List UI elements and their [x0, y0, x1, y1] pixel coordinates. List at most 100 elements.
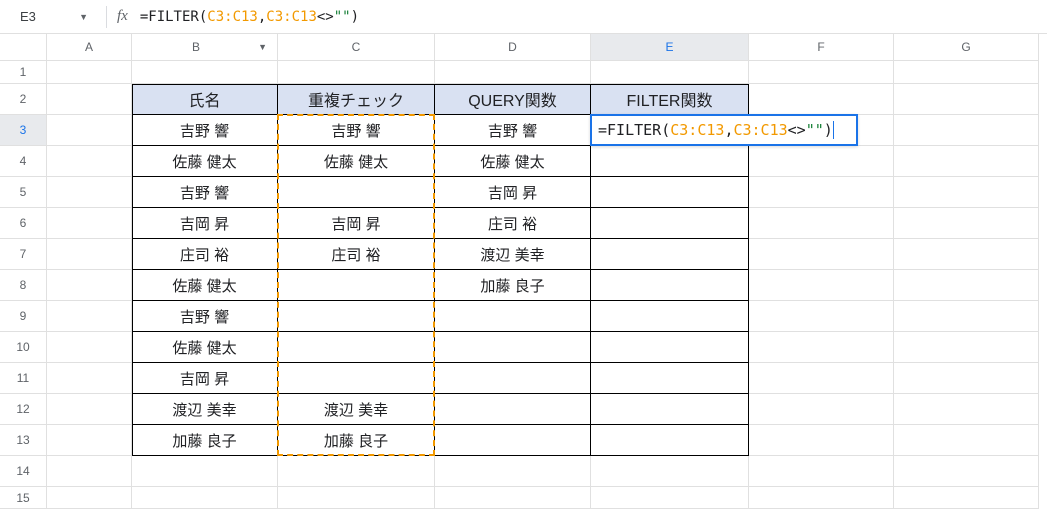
cell[interactable] [894, 177, 1039, 208]
row-header-11[interactable]: 11 [0, 363, 47, 394]
cell[interactable] [591, 270, 749, 301]
cell[interactable] [749, 177, 894, 208]
cell[interactable]: 吉岡 昇 [278, 208, 435, 239]
cell[interactable] [435, 394, 591, 425]
cell[interactable] [47, 208, 132, 239]
cell[interactable] [749, 394, 894, 425]
cell[interactable]: 佐藤 健太 [132, 332, 278, 363]
cell[interactable] [894, 61, 1039, 84]
cell[interactable]: 佐藤 健太 [132, 146, 278, 177]
cell[interactable] [435, 61, 591, 84]
cell[interactable] [749, 301, 894, 332]
cell[interactable] [749, 61, 894, 84]
cell[interactable]: 渡辺 美幸 [132, 394, 278, 425]
cell[interactable] [894, 456, 1039, 487]
cell[interactable]: 加藤 良子 [278, 425, 435, 456]
col-header-B[interactable]: B▼ [132, 34, 278, 61]
cell[interactable]: 渡辺 美幸 [278, 394, 435, 425]
cell[interactable] [278, 177, 435, 208]
cell[interactable] [749, 363, 894, 394]
cell[interactable] [591, 208, 749, 239]
cell[interactable]: 吉野 響 [435, 115, 591, 146]
row-header-8[interactable]: 8 [0, 270, 47, 301]
cell[interactable] [47, 270, 132, 301]
name-box[interactable]: E3 ▼ [8, 5, 96, 29]
cell[interactable] [591, 301, 749, 332]
cell[interactable] [47, 84, 132, 115]
cell[interactable] [894, 332, 1039, 363]
cell[interactable]: 佐藤 健太 [132, 270, 278, 301]
col-header-F[interactable]: F [749, 34, 894, 61]
row-header-3[interactable]: 3 [0, 115, 47, 146]
select-all-corner[interactable] [0, 34, 47, 61]
spreadsheet-grid[interactable]: A B▼ C D E F G 1 2 氏名 重複チェック QUERY関数 FIL… [0, 34, 1047, 509]
cell[interactable] [591, 146, 749, 177]
cell[interactable] [894, 270, 1039, 301]
cell[interactable]: 吉岡 昇 [132, 363, 278, 394]
cell[interactable]: 庄司 裕 [132, 239, 278, 270]
cell-editor[interactable]: =FILTER(C3:C13,C3:C13<>"") [590, 114, 858, 146]
cell[interactable]: 渡辺 美幸 [435, 239, 591, 270]
cell[interactable] [591, 177, 749, 208]
cell[interactable] [591, 456, 749, 487]
cell[interactable] [749, 208, 894, 239]
cell[interactable] [749, 146, 894, 177]
cell[interactable] [435, 301, 591, 332]
row-header-10[interactable]: 10 [0, 332, 47, 363]
chevron-down-icon[interactable]: ▼ [258, 42, 267, 52]
cell[interactable] [894, 115, 1039, 146]
cell[interactable] [435, 332, 591, 363]
cell[interactable]: 佐藤 健太 [278, 146, 435, 177]
formula-input[interactable]: =FILTER(C3:C13,C3:C13<>"") [140, 9, 1039, 25]
cell[interactable] [894, 146, 1039, 177]
row-header-2[interactable]: 2 [0, 84, 47, 115]
cell[interactable] [278, 456, 435, 487]
header-dup[interactable]: 重複チェック [278, 84, 435, 115]
cell[interactable] [47, 332, 132, 363]
cell[interactable] [894, 425, 1039, 456]
cell[interactable] [749, 239, 894, 270]
col-header-G[interactable]: G [894, 34, 1039, 61]
row-header-6[interactable]: 6 [0, 208, 47, 239]
cell[interactable]: 加藤 良子 [132, 425, 278, 456]
cell[interactable]: 吉野 響 [132, 177, 278, 208]
cell[interactable] [435, 456, 591, 487]
cell[interactable] [591, 363, 749, 394]
cell[interactable] [132, 487, 278, 509]
row-header-14[interactable]: 14 [0, 456, 47, 487]
cell[interactable] [132, 456, 278, 487]
cell[interactable] [749, 332, 894, 363]
col-header-C[interactable]: C [278, 34, 435, 61]
col-header-E[interactable]: E [591, 34, 749, 61]
cell[interactable] [894, 394, 1039, 425]
cell[interactable] [47, 301, 132, 332]
cell[interactable] [47, 456, 132, 487]
cell[interactable] [749, 270, 894, 301]
cell[interactable] [894, 363, 1039, 394]
cell[interactable] [47, 146, 132, 177]
header-filter[interactable]: FILTER関数 [591, 84, 749, 115]
row-header-1[interactable]: 1 [0, 61, 47, 84]
col-header-D[interactable]: D [435, 34, 591, 61]
cell[interactable] [47, 177, 132, 208]
header-name[interactable]: 氏名 [132, 84, 278, 115]
row-header-7[interactable]: 7 [0, 239, 47, 270]
cell[interactable] [749, 425, 894, 456]
cell[interactable] [435, 363, 591, 394]
row-header-15[interactable]: 15 [0, 487, 47, 509]
cell[interactable]: 庄司 裕 [278, 239, 435, 270]
cell[interactable] [278, 363, 435, 394]
cell[interactable]: 吉野 響 [132, 115, 278, 146]
cell[interactable] [47, 61, 132, 84]
row-header-9[interactable]: 9 [0, 301, 47, 332]
cell[interactable] [435, 487, 591, 509]
row-header-12[interactable]: 12 [0, 394, 47, 425]
cell[interactable] [47, 487, 132, 509]
cell[interactable] [894, 208, 1039, 239]
cell[interactable] [47, 115, 132, 146]
cell[interactable]: 庄司 裕 [435, 208, 591, 239]
row-header-13[interactable]: 13 [0, 425, 47, 456]
col-header-A[interactable]: A [47, 34, 132, 61]
cell[interactable] [132, 61, 278, 84]
cell[interactable]: 吉野 響 [132, 301, 278, 332]
